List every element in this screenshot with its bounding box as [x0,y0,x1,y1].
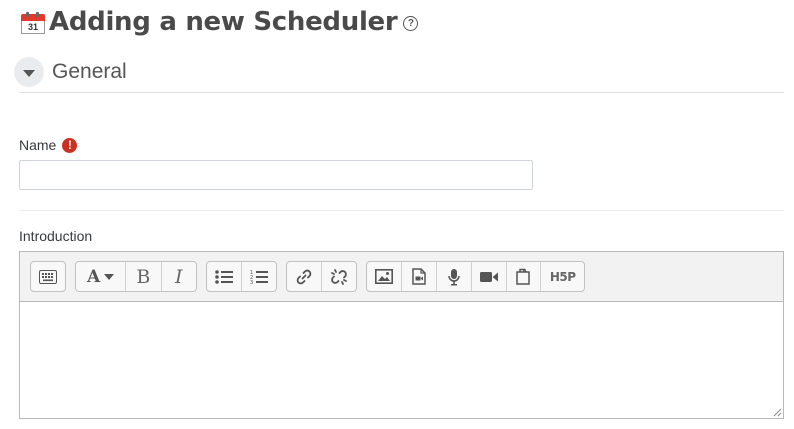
required-icon: ! [62,137,78,153]
scheduler-calendar-icon: 31 [21,12,45,34]
manage-files-icon[interactable] [505,262,541,291]
section-title[interactable]: General [52,60,127,84]
toolbar-group-links [286,261,357,292]
italic-glyph: I [175,265,183,288]
field-divider [19,210,784,211]
collapse-toggle-button[interactable] [14,57,44,87]
show-more-buttons-icon[interactable] [31,262,65,291]
font-style-icon[interactable]: A [76,262,125,291]
page-header: 31 Adding a new Scheduler ? [21,4,419,40]
resize-handle-icon[interactable] [772,407,782,417]
introduction-label-row: Introduction [19,228,92,244]
toolbar-group-lists: 1 2 3 [206,261,277,292]
calendar-day: 31 [21,21,45,34]
record-audio-icon[interactable] [435,262,471,291]
svg-text:3: 3 [250,280,253,285]
caret-down-icon [23,69,35,77]
introduction-label: Introduction [19,228,93,244]
name-label-row: Name ! [19,137,78,153]
page-title: Adding a new Scheduler [49,7,398,37]
toolbar-group-style: A B I [75,261,197,292]
bold-icon[interactable]: B [125,262,160,291]
media-icon[interactable] [400,262,436,291]
bold-glyph: B [136,265,151,288]
unordered-list-icon[interactable] [207,262,241,291]
dropdown-caret-icon [104,273,115,280]
toolbar-group-more [30,261,66,292]
unlink-icon[interactable] [321,262,356,291]
editor-toolbar: A B I 1 2 3 H5P [20,252,783,302]
h5p-label: H5P [549,269,576,284]
link-icon[interactable] [287,262,321,291]
name-input[interactable] [19,160,533,190]
font-glyph: A [86,266,101,287]
name-label: Name [19,137,57,153]
toolbar-group-media: H5P [366,261,585,292]
section-divider [19,92,784,93]
h5p-icon[interactable]: H5P [540,262,584,291]
editor-content-area[interactable] [20,302,783,418]
record-video-icon[interactable] [470,262,506,291]
introduction-editor: A B I 1 2 3 H5P [19,251,784,419]
ordered-list-icon[interactable]: 1 2 3 [241,262,276,291]
image-icon[interactable] [367,262,401,291]
italic-icon[interactable]: I [160,262,196,291]
help-icon[interactable]: ? [403,15,419,31]
section-general-header[interactable]: General [14,57,127,87]
